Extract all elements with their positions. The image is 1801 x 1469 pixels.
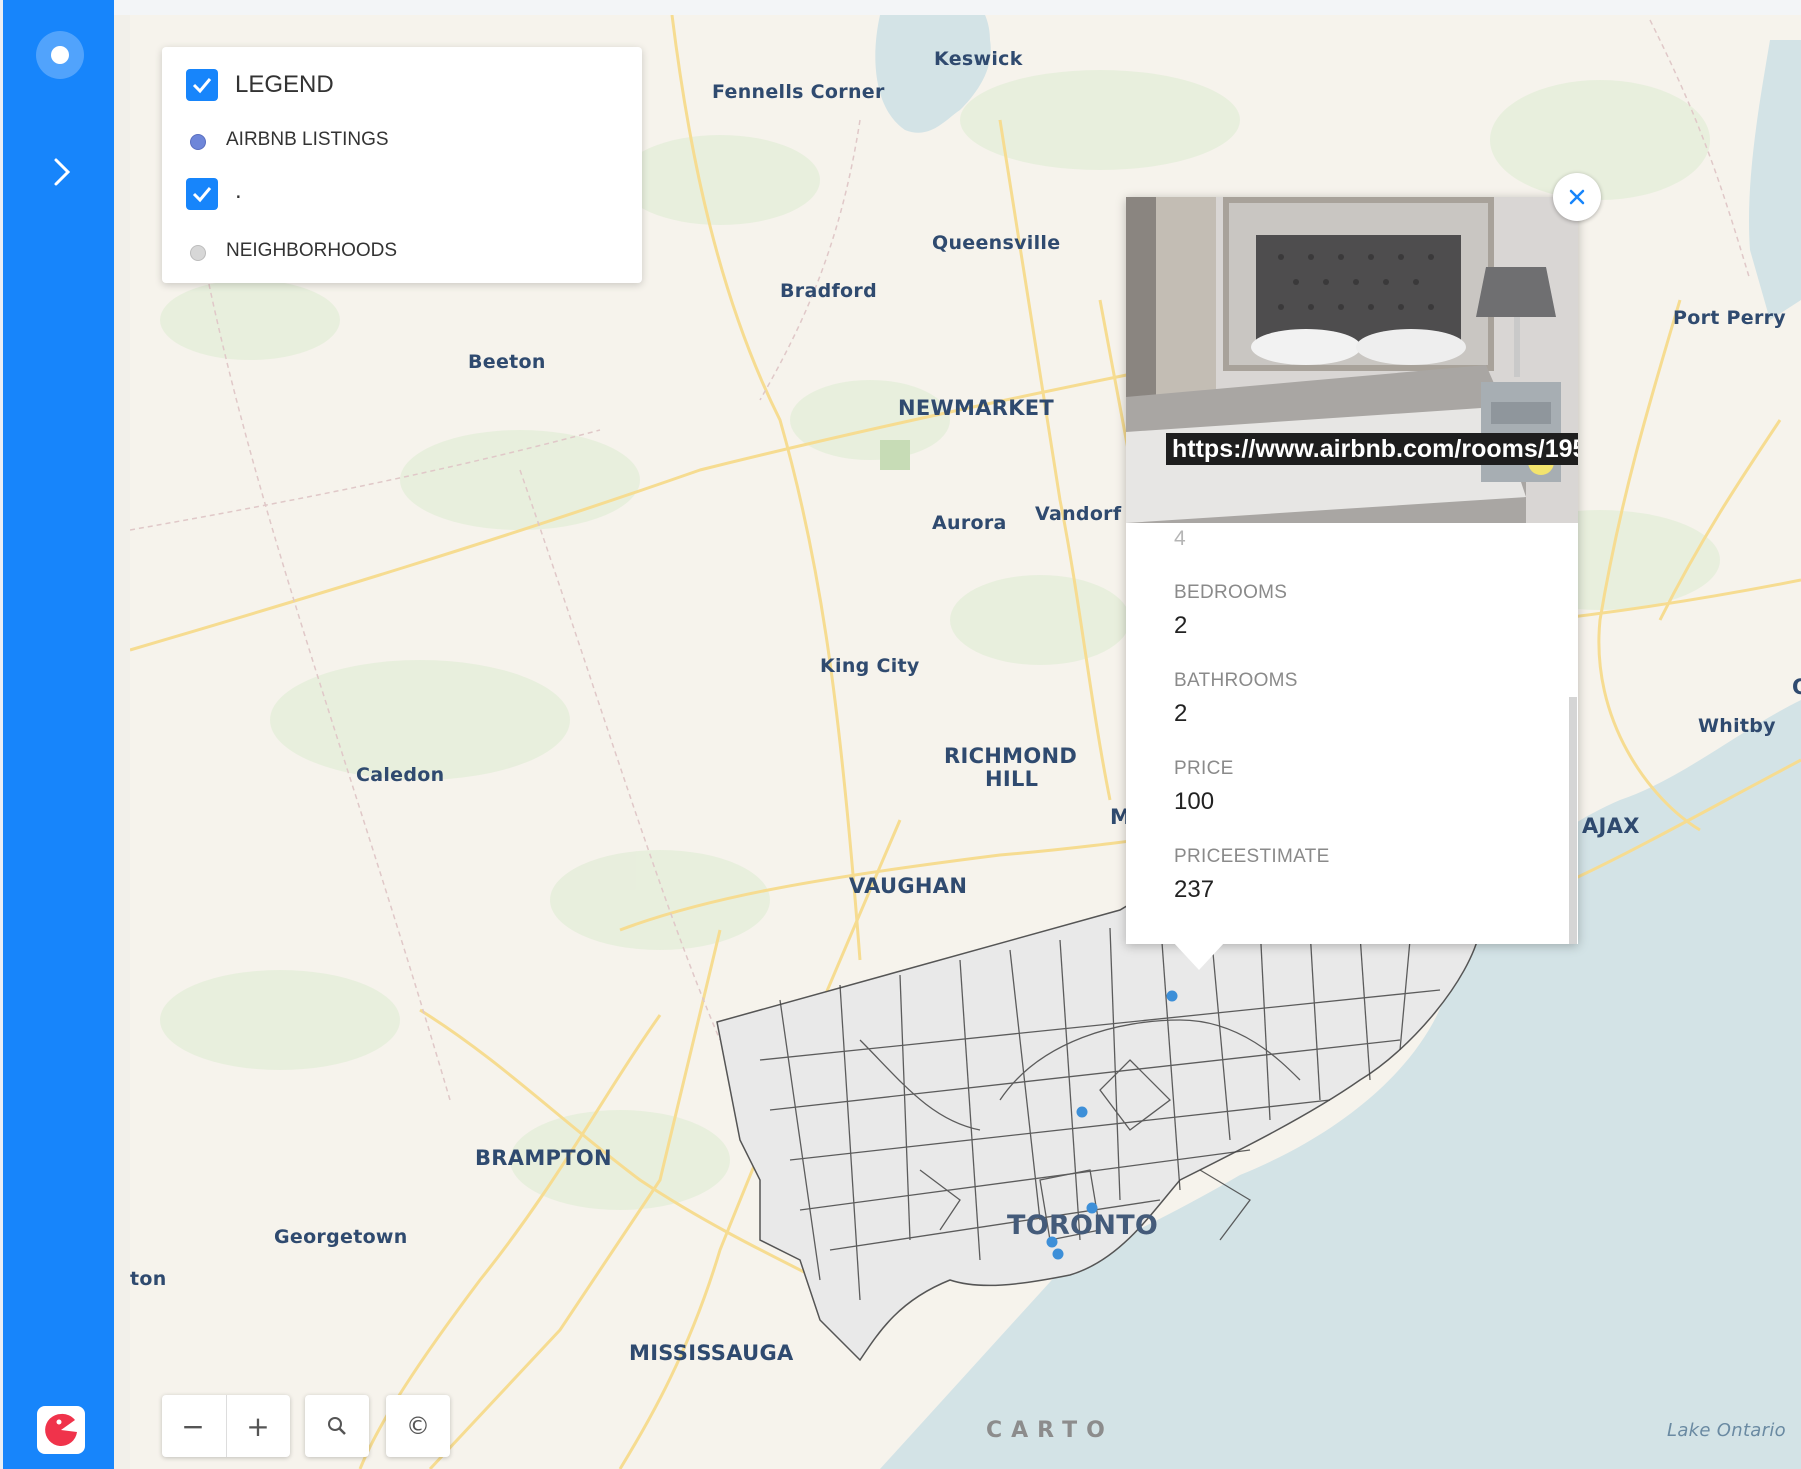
circle-dot-icon[interactable] bbox=[36, 31, 84, 79]
place-label: MISSISSAUGA bbox=[629, 1341, 794, 1365]
field-value-price: 100 bbox=[1174, 788, 1215, 815]
place-label: HILL bbox=[985, 767, 1039, 791]
place-label: King City bbox=[820, 655, 920, 677]
search-icon bbox=[306, 1395, 368, 1457]
close-icon[interactable] bbox=[1553, 173, 1601, 221]
place-label: Aurora bbox=[932, 512, 1007, 534]
legend-toggle-checkbox[interactable] bbox=[186, 69, 218, 101]
place-label: AJAX bbox=[1582, 814, 1640, 838]
water-label: Lake Ontario bbox=[1667, 1420, 1786, 1441]
legend-panel: LEGEND AIRBNB LISTINGS . NEIGHBORHOODS bbox=[162, 47, 642, 283]
carto-attribution: CARTO bbox=[986, 1418, 1114, 1443]
listing-popup: https://www.airbnb.com/rooms/19505577 4 … bbox=[1126, 197, 1578, 944]
place-label: Caledon bbox=[356, 764, 445, 786]
place-label: O bbox=[1792, 675, 1801, 699]
place-label: Bradford bbox=[780, 280, 877, 302]
field-label-bathrooms: BATHROOMS bbox=[1174, 670, 1298, 691]
search-button[interactable] bbox=[305, 1395, 369, 1457]
place-label: Port Perry bbox=[1673, 307, 1786, 329]
popup-scrollbar[interactable] bbox=[1569, 697, 1577, 944]
place-label: Whitby bbox=[1698, 715, 1776, 737]
legend-title: LEGEND bbox=[235, 71, 334, 98]
place-label: BRAMPTON bbox=[475, 1146, 612, 1170]
legend-layer-label: NEIGHBORHOODS bbox=[226, 240, 398, 261]
place-label: Georgetown bbox=[274, 1226, 408, 1248]
place-label-toronto: TORONTO bbox=[1007, 1210, 1159, 1241]
zoom-in-button[interactable]: + bbox=[227, 1395, 289, 1457]
place-label: ton bbox=[130, 1268, 167, 1290]
sidebar bbox=[0, 0, 114, 1469]
listing-photo: https://www.airbnb.com/rooms/19505577 bbox=[1126, 197, 1578, 523]
partial-field-value: 4 bbox=[1174, 527, 1186, 550]
top-strip bbox=[114, 0, 1801, 15]
airbnb-listings-dot-icon bbox=[190, 134, 206, 150]
chevron-right-icon[interactable] bbox=[41, 150, 79, 194]
field-value-bedrooms: 2 bbox=[1174, 612, 1188, 639]
carto-logo-icon[interactable] bbox=[37, 1406, 85, 1454]
place-label: Beeton bbox=[468, 351, 546, 373]
copyright-icon: © bbox=[406, 1412, 430, 1440]
attribution-button[interactable]: © bbox=[386, 1395, 450, 1457]
place-label: Fennells Corner bbox=[712, 81, 885, 103]
listing-url-text: https://www.airbnb.com/rooms/19505577 bbox=[1166, 433, 1578, 465]
zoom-control: − + bbox=[162, 1395, 290, 1457]
place-label: Queensville bbox=[932, 232, 1061, 254]
layer-toggle-checkbox[interactable] bbox=[186, 178, 218, 210]
field-value-priceestimate: 237 bbox=[1174, 876, 1215, 903]
place-label: RICHMOND bbox=[944, 744, 1078, 768]
field-label-priceestimate: PRICEESTIMATE bbox=[1174, 846, 1330, 867]
field-label-bedrooms: BEDROOMS bbox=[1174, 582, 1288, 603]
neighborhoods-dot-icon bbox=[190, 245, 206, 261]
field-label-price: PRICE bbox=[1174, 758, 1234, 779]
legend-layer-label: AIRBNB LISTINGS bbox=[226, 129, 389, 150]
popup-pointer bbox=[1173, 942, 1225, 970]
place-label: Keswick bbox=[934, 48, 1023, 70]
legend-layer-label: . bbox=[235, 177, 242, 204]
place-label: NEWMARKET bbox=[898, 396, 1055, 420]
zoom-out-button[interactable]: − bbox=[162, 1395, 224, 1457]
field-value-bathrooms: 2 bbox=[1174, 700, 1188, 727]
listing-url[interactable]: https://www.airbnb.com/rooms/19505577 bbox=[1166, 433, 1578, 465]
place-label: Vandorf bbox=[1035, 503, 1122, 525]
place-label: VAUGHAN bbox=[849, 874, 968, 898]
